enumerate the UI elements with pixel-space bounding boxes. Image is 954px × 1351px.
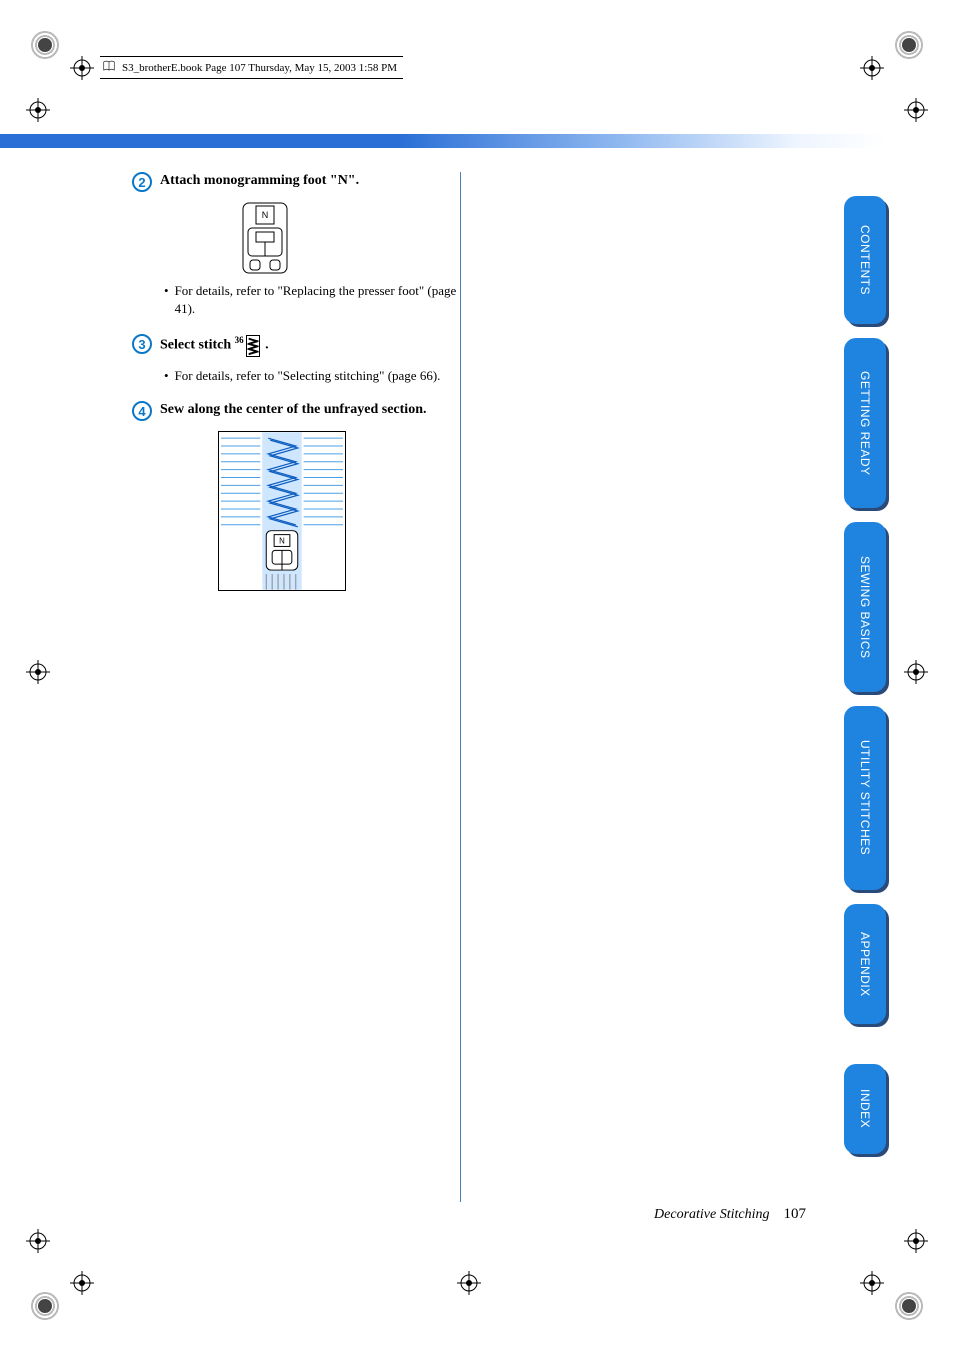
tab-index-label: INDEX — [858, 1089, 872, 1128]
tab-appendix-label: APPENDIX — [858, 932, 872, 997]
bullet-dot-icon: • — [164, 282, 169, 318]
content-left-column: 2 Attach monogramming foot "N". N • For … — [132, 172, 472, 591]
step-2-title: Attach monogramming foot "N". — [160, 172, 359, 191]
registration-mark-icon — [860, 56, 884, 80]
svg-text:N: N — [279, 536, 285, 545]
step-3-stitch-number: 36 — [235, 335, 244, 345]
header-gradient-bar — [0, 134, 886, 148]
step-3-title-prefix: Select stitch — [160, 338, 235, 353]
book-header-text: S3_brotherE.book Page 107 Thursday, May … — [122, 62, 397, 74]
footer-page-number: 107 — [784, 1206, 807, 1223]
registration-mark-icon — [457, 1271, 481, 1295]
step-2-bullet: • For details, refer to "Replacing the p… — [164, 282, 472, 318]
crop-target-bl — [30, 1291, 60, 1321]
registration-mark-icon — [70, 1271, 94, 1295]
side-tabs: CONTENTS GETTING READY SEWING BASICS UTI… — [844, 196, 886, 1154]
crop-target-tr — [894, 30, 924, 60]
step-2-number: 2 — [138, 175, 145, 190]
column-divider — [460, 172, 461, 1202]
tab-getting-ready[interactable]: GETTING READY — [844, 338, 886, 508]
footer-section-name: Decorative Stitching — [654, 1207, 769, 1223]
registration-mark-icon — [26, 98, 50, 122]
step-3-title: Select stitch 36 . — [160, 334, 269, 356]
tab-contents-label: CONTENTS — [858, 225, 872, 295]
tab-getting-ready-label: GETTING READY — [858, 371, 872, 476]
registration-mark-icon — [904, 98, 928, 122]
registration-mark-icon — [904, 660, 928, 684]
registration-mark-icon — [904, 1229, 928, 1253]
step-4-number: 4 — [138, 404, 145, 419]
crop-target-br — [894, 1291, 924, 1321]
bullet-dot-icon: • — [164, 367, 169, 385]
tab-utility-stitches[interactable]: UTILITY STITCHES — [844, 706, 886, 890]
tab-utility-stitches-label: UTILITY STITCHES — [858, 740, 872, 855]
registration-mark-icon — [26, 1229, 50, 1253]
step-badge-3: 3 — [132, 334, 152, 354]
step-2-row: 2 Attach monogramming foot "N". — [132, 172, 472, 192]
tab-appendix[interactable]: APPENDIX — [844, 904, 886, 1024]
step-4-title: Sew along the center of the unfrayed sec… — [160, 401, 427, 420]
registration-mark-icon — [860, 1271, 884, 1295]
tab-sewing-basics-label: SEWING BASICS — [858, 556, 872, 659]
step-2-bullet-text: For details, refer to "Replacing the pre… — [175, 282, 472, 318]
page-footer: Decorative Stitching 107 — [654, 1206, 806, 1223]
tab-contents[interactable]: CONTENTS — [844, 196, 886, 324]
registration-mark-icon — [70, 56, 94, 80]
registration-mark-icon — [26, 660, 50, 684]
step-3-row: 3 Select stitch 36 . — [132, 334, 472, 356]
step-badge-2: 2 — [132, 172, 152, 192]
step-3-bullet-text: For details, refer to "Selecting stitchi… — [175, 367, 441, 385]
step-4-row: 4 Sew along the center of the unfrayed s… — [132, 401, 472, 421]
sewing-diagram: N — [218, 431, 346, 591]
step-3-bullet: • For details, refer to "Selecting stitc… — [164, 367, 472, 385]
step-badge-4: 4 — [132, 401, 152, 421]
step-3-title-suffix: . — [262, 338, 269, 353]
tab-sewing-basics[interactable]: SEWING BASICS — [844, 522, 886, 692]
book-icon — [102, 59, 116, 76]
tab-index[interactable]: INDEX — [844, 1064, 886, 1154]
book-header-line: S3_brotherE.book Page 107 Thursday, May … — [100, 56, 403, 79]
stitch-36-icon — [246, 335, 260, 357]
step-3-number: 3 — [138, 337, 145, 352]
svg-text:N: N — [262, 210, 269, 220]
presser-foot-n-diagram-icon: N — [242, 202, 288, 274]
crop-target-tl — [30, 30, 60, 60]
